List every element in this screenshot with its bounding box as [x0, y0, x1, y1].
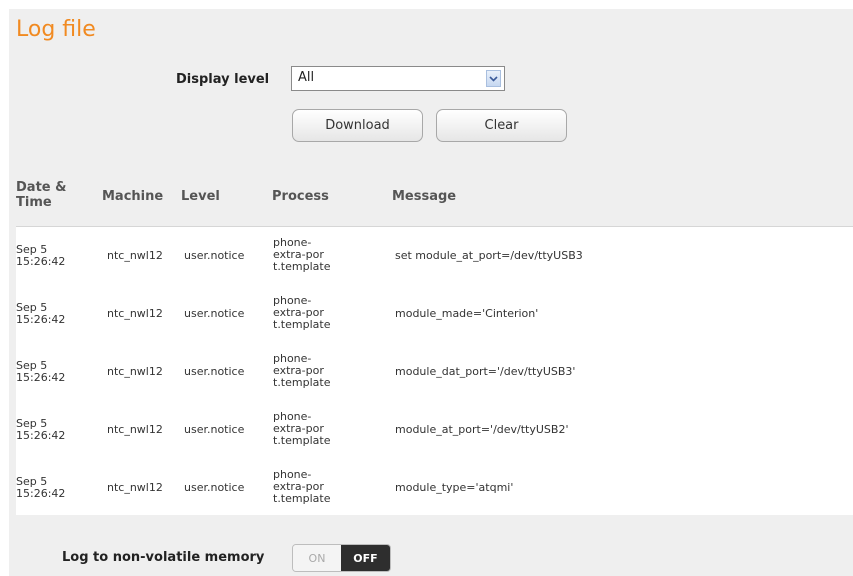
toggle-on-option[interactable]: ON — [293, 545, 341, 571]
cell-process: phone-extra-por t.template — [273, 468, 331, 505]
cell-message: module_dat_port='/dev/ttyUSB3' — [395, 365, 576, 378]
cell-level: user.notice — [184, 423, 245, 436]
cell-date: Sep 5 15:26:42 — [16, 475, 66, 500]
display-level-label: Display level — [176, 72, 270, 87]
cell-machine: ntc_nwl12 — [107, 423, 163, 436]
log-table-body: Sep 5 15:26:42 ntc_nwl12 user.notice phon… — [16, 227, 853, 515]
download-button[interactable]: Download — [292, 109, 423, 142]
cell-level: user.notice — [184, 481, 245, 494]
cell-level: user.notice — [184, 365, 245, 378]
toggle-off-option[interactable]: OFF — [341, 545, 390, 571]
cell-machine: ntc_nwl12 — [107, 249, 163, 262]
cell-date: Sep 5 15:26:42 — [16, 301, 66, 326]
cell-machine: ntc_nwl12 — [107, 307, 163, 320]
non-volatile-label: Log to non-volatile memory — [62, 550, 265, 565]
cell-process: phone-extra-por t.template — [273, 236, 331, 273]
display-level-select[interactable]: All — [291, 66, 505, 91]
cell-date: Sep 5 15:26:42 — [16, 417, 66, 442]
clear-button[interactable]: Clear — [436, 109, 567, 142]
non-volatile-toggle[interactable]: ON OFF — [292, 544, 391, 572]
header-date-time: Date & Time — [16, 180, 67, 210]
cell-machine: ntc_nwl12 — [107, 481, 163, 494]
log-table-header: Date & Time Machine Level Process Messag… — [16, 168, 853, 227]
table-row: Sep 5 15:26:42 ntc_nwl12 user.notice phon… — [16, 285, 853, 343]
table-row: Sep 5 15:26:42 ntc_nwl12 user.notice phon… — [16, 227, 853, 285]
cell-process: phone-extra-por t.template — [273, 294, 331, 331]
cell-message: module_at_port='/dev/ttyUSB2' — [395, 423, 569, 436]
table-row: Sep 5 15:26:42 ntc_nwl12 user.notice phon… — [16, 459, 853, 517]
display-level-value: All — [298, 70, 315, 85]
cell-message: set module_at_port=/dev/ttyUSB3 — [395, 249, 583, 262]
header-message: Message — [392, 189, 457, 204]
cell-process: phone-extra-por t.template — [273, 352, 331, 389]
header-machine: Machine — [102, 189, 164, 204]
chevron-down-icon[interactable] — [486, 70, 501, 87]
cell-machine: ntc_nwl12 — [107, 365, 163, 378]
header-process: Process — [272, 189, 329, 204]
table-row: Sep 5 15:26:42 ntc_nwl12 user.notice phon… — [16, 343, 853, 401]
cell-level: user.notice — [184, 307, 245, 320]
page-title: Log file — [16, 17, 96, 42]
header-level: Level — [181, 189, 220, 204]
table-row: Sep 5 15:26:42 ntc_nwl12 user.notice phon… — [16, 401, 853, 459]
cell-date: Sep 5 15:26:42 — [16, 359, 66, 384]
cell-message: module_type='atqmi' — [395, 481, 514, 494]
cell-process: phone-extra-por t.template — [273, 410, 331, 447]
cell-message: module_made='Cinterion' — [395, 307, 539, 320]
cell-date: Sep 5 15:26:42 — [16, 243, 66, 268]
cell-level: user.notice — [184, 249, 245, 262]
